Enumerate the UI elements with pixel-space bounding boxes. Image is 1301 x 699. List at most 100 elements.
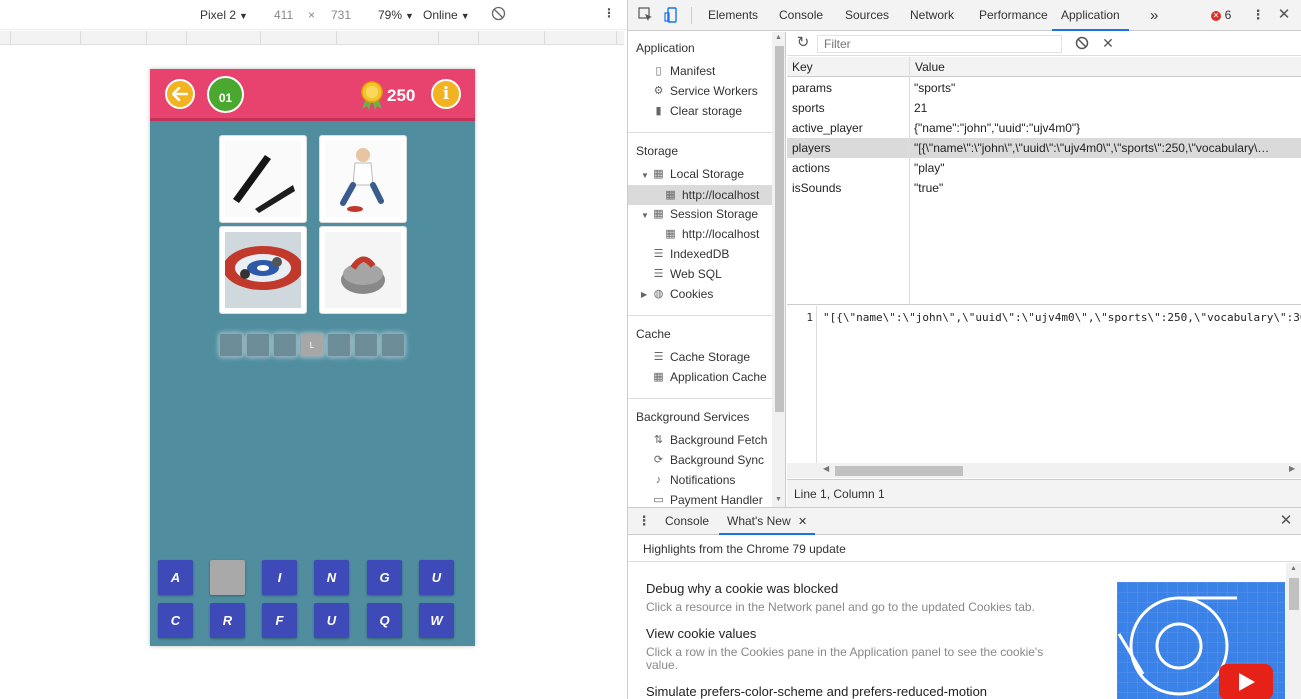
error-counter[interactable]: ✕ 6	[1211, 7, 1241, 23]
refresh-icon[interactable]: ↻	[795, 35, 811, 51]
table-row[interactable]: actions "play"	[787, 158, 1301, 178]
sidebar-item-cookies[interactable]: ◍ Cookies	[652, 287, 714, 301]
sidebar-item-cache-storage[interactable]: ☰ Cache Storage	[652, 350, 751, 364]
letter-key[interactable]: Q	[367, 603, 402, 638]
settings-menu-icon[interactable]: ⋮	[1250, 7, 1266, 23]
network-throttle-select[interactable]: Online ▼	[423, 8, 470, 22]
device-select[interactable]: Pixel 2 ▼	[200, 8, 248, 22]
tab-sources[interactable]: Sources	[845, 0, 889, 31]
tab-network[interactable]: Network	[910, 0, 954, 31]
whats-new-video-thumbnail[interactable]	[1117, 582, 1285, 699]
letter-key[interactable]: W	[419, 603, 454, 638]
letter-key[interactable]: U	[419, 560, 454, 595]
letter-key[interactable]: A	[158, 560, 193, 595]
drawer-tab-whats-new[interactable]: What's New ✕	[719, 508, 816, 535]
letter-key[interactable]: I	[262, 560, 297, 595]
table-row[interactable]: params "sports"	[787, 78, 1301, 98]
close-tab-icon[interactable]: ✕	[798, 516, 807, 528]
column-header-key[interactable]: Key	[792, 60, 813, 74]
clue-picture-3[interactable]	[219, 226, 307, 314]
letter-key[interactable]: N	[314, 560, 349, 595]
expand-triangle-icon[interactable]: ▼	[641, 211, 649, 220]
sidebar-item-local-storage[interactable]: ▦ Local Storage	[652, 167, 744, 181]
sidebar-item-notifications[interactable]: ♪ Notifications	[652, 473, 736, 487]
answer-slot[interactable]	[354, 333, 378, 357]
scrollbar-thumb[interactable]	[775, 46, 784, 412]
height-input[interactable]: 731	[331, 8, 351, 22]
close-devtools-icon[interactable]: ✕	[1276, 7, 1292, 23]
letter-key[interactable]: U	[314, 603, 349, 638]
whats-new-item-desc: Click a resource in the Network panel an…	[646, 600, 1035, 614]
collapse-triangle-icon[interactable]: ▶	[641, 290, 647, 299]
scroll-up-arrow[interactable]: ▲	[775, 34, 782, 41]
scroll-left-arrow[interactable]: ◀	[823, 464, 829, 473]
letter-key[interactable]: R	[210, 603, 245, 638]
sidebar-item-service-workers[interactable]: ⚙ Service Workers	[652, 84, 758, 98]
back-button[interactable]	[165, 79, 195, 109]
sidebar-item-manifest[interactable]: ▯ Manifest	[652, 64, 715, 78]
letter-key-used[interactable]	[210, 560, 245, 595]
tab-application[interactable]: Application	[1052, 0, 1129, 31]
drawer-scrollbar[interactable]: ▲	[1286, 563, 1301, 699]
sidebar-item-local-storage-origin[interactable]: ▦ http://localhost	[628, 185, 772, 205]
clue-picture-4[interactable]	[319, 226, 407, 314]
whats-new-item-title[interactable]: Simulate prefers-color-scheme and prefer…	[646, 684, 987, 699]
letter-key[interactable]: C	[158, 603, 193, 638]
sidebar-scrollbar[interactable]: ▲ ▼	[772, 32, 785, 507]
clue-picture-1[interactable]	[219, 135, 307, 223]
drawer-tab-console[interactable]: Console	[665, 508, 709, 535]
scrollbar-thumb[interactable]	[1289, 578, 1299, 610]
inspect-element-icon[interactable]	[637, 7, 653, 23]
scroll-up-arrow[interactable]: ▲	[1290, 565, 1297, 572]
grid-icon: ▦	[665, 188, 676, 201]
more-tabs-icon[interactable]: »	[1150, 0, 1158, 31]
table-row[interactable]: active_player {"name":"john","uuid":"ujv…	[787, 118, 1301, 138]
answer-slot[interactable]	[273, 333, 297, 357]
table-row[interactable]: isSounds "true"	[787, 178, 1301, 198]
scroll-down-arrow[interactable]: ▼	[775, 496, 782, 503]
more-options-icon[interactable]: ⋮	[603, 6, 615, 20]
preview-code-line[interactable]: "[{\"name\":\"john\",\"uuid\":\"ujv4m0\"…	[823, 311, 1301, 324]
delete-selected-icon[interactable]: ✕	[1100, 35, 1116, 51]
sidebar-item-indexeddb[interactable]: ☰ IndexedDB	[652, 247, 730, 261]
table-row[interactable]: sports 21	[787, 98, 1301, 118]
sidebar-item-background-sync[interactable]: ⟳ Background Sync	[652, 453, 764, 467]
answer-slot[interactable]	[327, 333, 351, 357]
answer-slot[interactable]	[381, 333, 405, 357]
horizontal-scrollbar[interactable]: ◀ ▶	[787, 463, 1301, 478]
answer-slot[interactable]	[246, 333, 270, 357]
width-input[interactable]: 411	[274, 8, 293, 22]
table-row-selected[interactable]: players "[{\"name\":\"john\",\"uuid\":\"…	[787, 138, 1301, 158]
filter-input[interactable]	[817, 35, 1062, 53]
drawer-menu-icon[interactable]: ⋮	[636, 513, 652, 529]
clue-picture-2[interactable]	[319, 135, 407, 223]
letter-key[interactable]: G	[367, 560, 402, 595]
info-button[interactable]: i	[431, 79, 461, 109]
clear-all-icon[interactable]	[1074, 36, 1090, 52]
column-divider[interactable]	[909, 57, 910, 305]
rotate-icon[interactable]	[491, 6, 506, 24]
tab-elements[interactable]: Elements	[708, 0, 758, 31]
sidebar-item-websql[interactable]: ☰ Web SQL	[652, 267, 722, 281]
tab-console[interactable]: Console	[779, 0, 823, 31]
whats-new-item-title[interactable]: Debug why a cookie was blocked	[646, 581, 838, 596]
whats-new-item-title[interactable]: View cookie values	[646, 626, 756, 641]
sidebar-item-application-cache[interactable]: ▦ Application Cache	[652, 370, 766, 384]
sidebar-item-background-fetch[interactable]: ⇅ Background Fetch	[652, 433, 768, 447]
scrollbar-thumb[interactable]	[835, 466, 963, 476]
column-header-value[interactable]: Value	[915, 60, 945, 74]
scroll-right-arrow[interactable]: ▶	[1289, 464, 1295, 473]
letter-key[interactable]: F	[262, 603, 297, 638]
zoom-select[interactable]: 79% ▼	[378, 8, 414, 22]
sidebar-item-session-storage-origin[interactable]: ▦ http://localhost	[664, 227, 759, 241]
sidebar-item-session-storage[interactable]: ▦ Session Storage	[652, 207, 758, 221]
tab-performance[interactable]: Performance	[979, 0, 1048, 31]
close-drawer-icon[interactable]: ✕	[1278, 513, 1294, 529]
expand-triangle-icon[interactable]: ▼	[641, 171, 649, 180]
sidebar-item-payment-handler[interactable]: ▭ Payment Handler	[652, 493, 762, 507]
answer-slot[interactable]: L	[300, 333, 324, 357]
gear-icon: ⚙	[653, 84, 664, 97]
answer-slot[interactable]	[219, 333, 243, 357]
device-toggle-icon[interactable]	[663, 7, 679, 23]
sidebar-item-clear-storage[interactable]: ▮ Clear storage	[652, 104, 742, 118]
